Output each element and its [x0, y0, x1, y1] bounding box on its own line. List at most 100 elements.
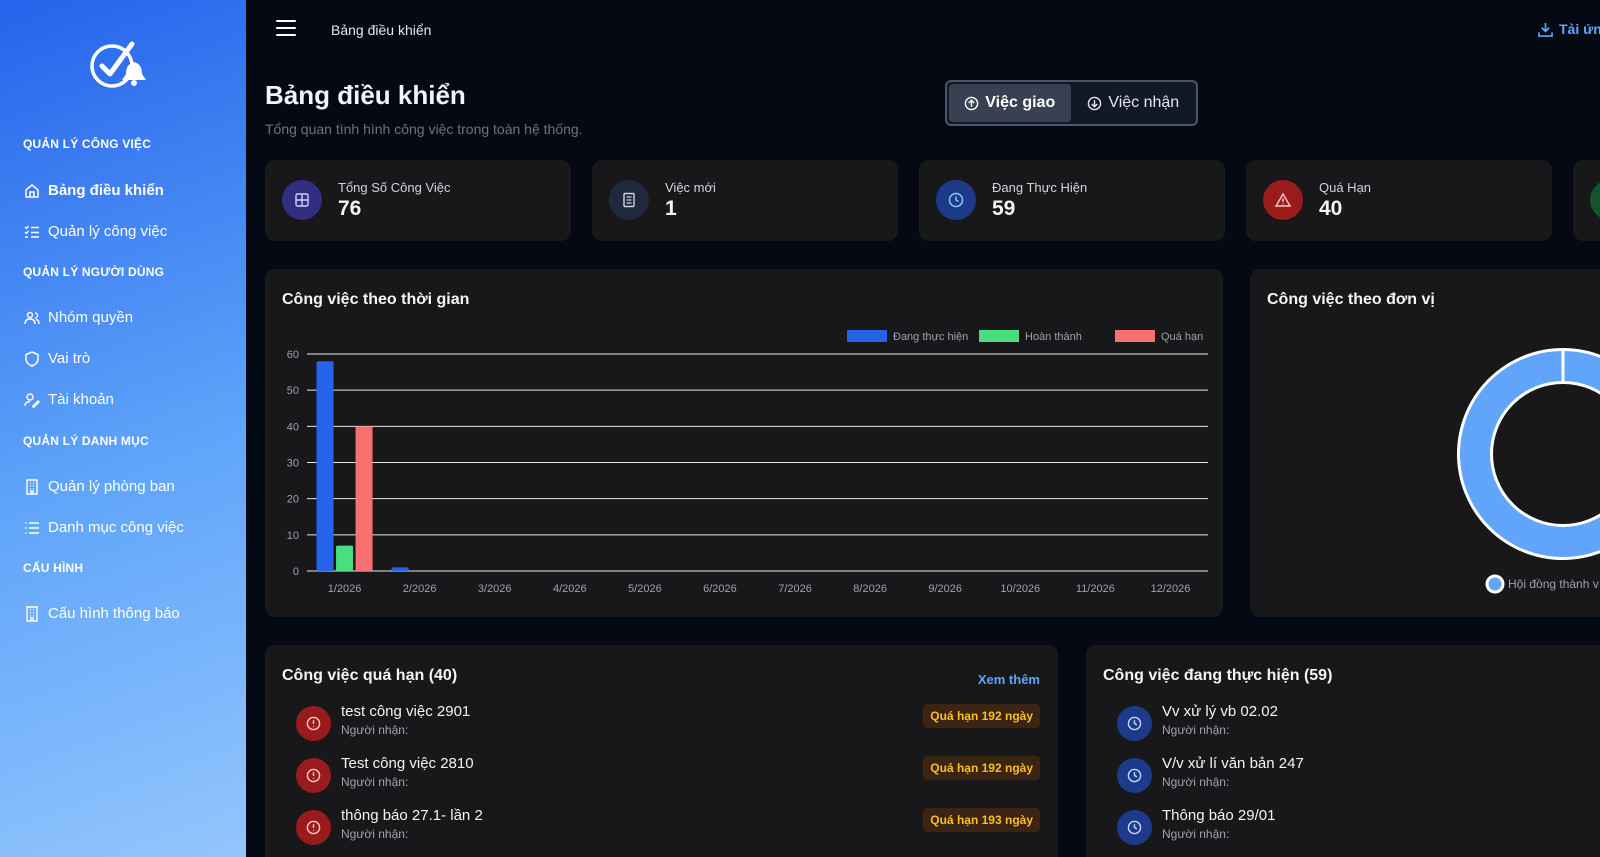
- alert-circle-icon: [306, 820, 321, 835]
- arrow-down-circle-icon: [1088, 96, 1102, 110]
- legend-label: Hoàn thành: [1025, 331, 1082, 343]
- sidebar-item-label: Quản lý phòng ban: [48, 478, 175, 495]
- stat-card-completed-partial: [1573, 160, 1600, 241]
- stat-value: 59: [992, 197, 1016, 220]
- bar: [391, 567, 409, 571]
- stat-icon-bg: [1263, 180, 1303, 220]
- alert-icon: [1275, 192, 1291, 207]
- clock-icon: [1127, 820, 1142, 835]
- overdue-badge: Quá hạn 192 ngày: [923, 756, 1040, 780]
- task-receiver: Người nhận:: [341, 775, 409, 789]
- x-tick-label: 3/2026: [478, 583, 512, 595]
- unit-chart-card: Công việc theo đơn vị Hội đồng thành v: [1250, 269, 1600, 617]
- task-receiver: Người nhận:: [341, 723, 409, 737]
- y-tick-label: 40: [287, 421, 299, 433]
- sidebar-item-label: Tài khoản: [48, 391, 114, 408]
- list-item[interactable]: V/v xử lí văn bản 247 Người nhận:: [1117, 753, 1600, 797]
- bar: [355, 426, 373, 571]
- building-icon: [26, 605, 38, 622]
- bar: [316, 361, 334, 571]
- download-icon: [1538, 22, 1553, 37]
- list-item[interactable]: Test công việc 2810 Người nhận: Quá hạn …: [296, 753, 1040, 797]
- sidebar-item-roles[interactable]: Vai trò: [24, 350, 90, 367]
- sidebar-item-label: Quản lý công việc: [48, 223, 168, 240]
- document-icon: [623, 192, 635, 208]
- in-progress-tasks-card: Công việc đang thực hiện (59) Vv xử lý v…: [1086, 645, 1600, 857]
- task-name: Vv xử lý vb 02.02: [1162, 703, 1278, 720]
- download-app-button[interactable]: Tải ứn: [1538, 21, 1600, 37]
- row-icon-bg: [296, 758, 331, 793]
- legend-label: Đang thực hiện: [893, 331, 968, 343]
- grid-icon: [295, 193, 309, 207]
- topbar-title: Bảng điều khiển: [331, 22, 432, 38]
- sidebar-item-permission-groups[interactable]: Nhóm quyền: [24, 309, 133, 326]
- stat-icon-bg: [609, 180, 649, 220]
- list-item[interactable]: Thông báo 29/01 Người nhận:: [1117, 805, 1600, 849]
- user-edit-icon: [24, 392, 40, 408]
- stat-card-new: Việc mới 1: [592, 160, 898, 241]
- stat-label: Việc mới: [665, 180, 716, 195]
- sidebar: QUẢN LÝ CÔNG VIỆC Bảng điều khiển Quản l…: [0, 0, 246, 857]
- sidebar-item-accounts[interactable]: Tài khoản: [24, 391, 114, 408]
- task-name: Test công việc 2810: [341, 755, 474, 772]
- sidebar-item-label: Cấu hình thông báo: [48, 605, 180, 622]
- stat-label: Quá Hạn: [1319, 180, 1372, 195]
- task-receiver: Người nhận:: [1162, 775, 1230, 789]
- donut-slice: [1460, 351, 1600, 557]
- nav-section-work: QUẢN LÝ CÔNG VIỆC: [23, 137, 152, 151]
- sidebar-item-label: Vai trò: [48, 350, 91, 367]
- list-item[interactable]: test công việc 2901 Người nhận: Quá hạn …: [296, 701, 1040, 745]
- overdue-badge: Quá hạn 192 ngày: [923, 704, 1040, 728]
- stat-icon-bg: [1590, 180, 1600, 220]
- clock-icon: [1127, 716, 1142, 731]
- stat-card-overdue: Quá Hạn 40: [1246, 160, 1552, 241]
- list-item[interactable]: thông báo 27.1- lần 2 Người nhận: Quá hạ…: [296, 805, 1040, 849]
- bar: [336, 545, 354, 571]
- nav-section-catalog: QUẢN LÝ DANH MỤC: [23, 434, 149, 448]
- y-tick-label: 50: [287, 385, 299, 397]
- task-receiver: Người nhận:: [341, 827, 409, 841]
- list-item[interactable]: Vv xử lý vb 02.02 Người nhận:: [1117, 701, 1600, 745]
- sidebar-item-notification-config[interactable]: Cấu hình thông báo: [24, 605, 180, 622]
- x-tick-label: 4/2026: [553, 583, 587, 595]
- received-tasks-button[interactable]: Việc nhận: [1073, 84, 1195, 122]
- legend-swatch: [1485, 574, 1505, 594]
- clock-icon: [1127, 768, 1142, 783]
- overdue-list-title: Công việc quá hạn (40): [282, 667, 458, 684]
- row-icon-bg: [1117, 706, 1152, 741]
- sidebar-item-label: Bảng điều khiển: [48, 182, 164, 199]
- x-tick-label: 5/2026: [628, 583, 662, 595]
- stat-card-in-progress: Đang Thực Hiện 59: [919, 160, 1225, 241]
- sidebar-item-label: Nhóm quyền: [48, 309, 134, 326]
- legend-swatch: [847, 330, 887, 342]
- building-icon: [26, 478, 38, 495]
- alert-circle-icon: [306, 716, 321, 731]
- page-subtitle: Tổng quan tình hình công việc trong toàn…: [265, 121, 583, 137]
- overdue-tasks-card: Công việc quá hạn (40) Xem thêm test côn…: [265, 645, 1058, 857]
- hamburger-menu-icon[interactable]: [276, 20, 296, 36]
- assigned-tasks-button[interactable]: Việc giao: [949, 84, 1071, 122]
- nav-section-users: QUẢN LÝ NGƯỜI DÙNG: [23, 265, 165, 279]
- x-tick-label: 9/2026: [928, 583, 962, 595]
- sidebar-item-departments[interactable]: Quản lý phòng ban: [24, 478, 175, 495]
- task-direction-toggle: Việc giao Việc nhận: [945, 80, 1198, 126]
- x-tick-label: 8/2026: [853, 583, 887, 595]
- task-receiver: Người nhận:: [1162, 723, 1230, 737]
- stat-label: Tổng Số Công Việc: [338, 180, 451, 195]
- see-more-link[interactable]: Xem thêm: [978, 672, 1040, 687]
- x-tick-label: 6/2026: [703, 583, 737, 595]
- legend-swatch: [979, 330, 1019, 342]
- stat-icon-bg: [282, 180, 322, 220]
- sidebar-item-dashboard[interactable]: Bảng điều khiển: [24, 182, 164, 199]
- progress-list-title: Công việc đang thực hiện (59): [1103, 667, 1333, 684]
- sidebar-item-task-management[interactable]: Quản lý công việc: [24, 223, 167, 240]
- page-title: Bảng điều khiển: [265, 80, 466, 110]
- sidebar-item-task-categories[interactable]: Danh mục công việc: [24, 519, 184, 536]
- download-label: Tải ứn: [1559, 21, 1600, 37]
- row-icon-bg: [296, 706, 331, 741]
- row-icon-bg: [1117, 810, 1152, 845]
- legend-label: Hội đồng thành v: [1508, 577, 1599, 591]
- y-tick-label: 30: [287, 458, 299, 470]
- users-icon: [24, 311, 40, 324]
- time-bar-chart: 0 10 20 30 40 50 60 1/2026 2/2026 3/2026 4/2026 5/2…: [287, 330, 1208, 595]
